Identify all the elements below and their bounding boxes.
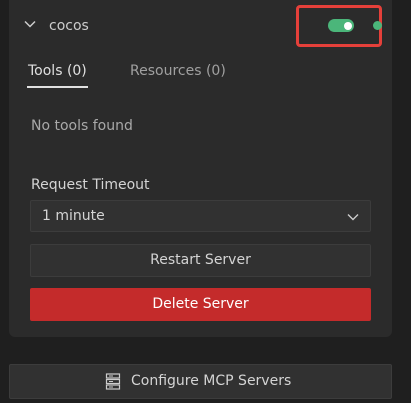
active-tab-underline xyxy=(27,86,88,88)
no-tools-message: No tools found xyxy=(31,118,133,134)
restart-server-button[interactable]: Restart Server xyxy=(30,244,371,277)
configure-mcp-servers-label: Configure MCP Servers xyxy=(131,373,292,389)
server-stack-icon xyxy=(105,373,121,390)
request-timeout-value: 1 minute xyxy=(42,208,105,224)
delete-server-button[interactable]: Delete Server xyxy=(30,288,371,321)
chevron-down-icon[interactable] xyxy=(22,16,38,32)
chevron-down-icon xyxy=(347,214,359,221)
request-timeout-label: Request Timeout xyxy=(31,177,150,193)
request-timeout-select[interactable]: 1 minute xyxy=(30,200,371,232)
server-enable-toggle[interactable] xyxy=(328,19,354,32)
server-name: cocos xyxy=(49,18,89,34)
server-header[interactable]: cocos xyxy=(9,0,392,52)
status-indicator-dot xyxy=(373,21,382,30)
configure-mcp-servers-button[interactable]: Configure MCP Servers xyxy=(9,364,392,399)
mcp-server-panel: cocos Tools (0) Resources (0) No tools f… xyxy=(9,0,392,337)
toggle-knob xyxy=(344,21,352,30)
tab-tools[interactable]: Tools (0) xyxy=(28,62,87,80)
tab-resources[interactable]: Resources (0) xyxy=(130,62,226,80)
